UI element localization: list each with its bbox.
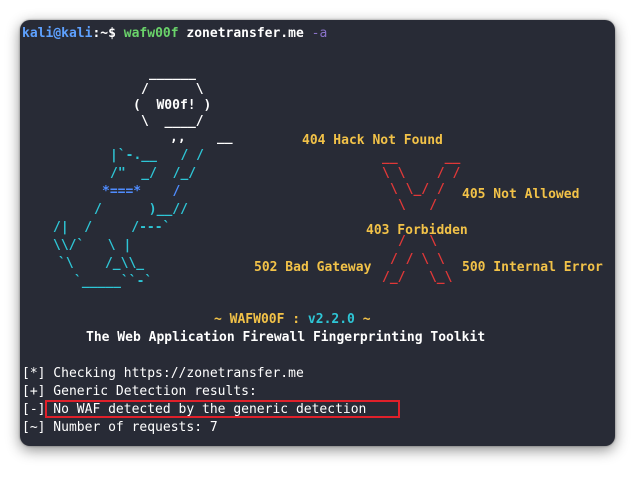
x-art-line7: /_/ \_\	[382, 270, 453, 285]
logo-body-line9: `_____``-`	[74, 274, 153, 289]
banner-prefix: ~ WAFW00F :	[214, 312, 308, 327]
prompt-path: :~$	[92, 26, 124, 41]
command-name: wafw00f	[123, 26, 179, 41]
logo-body-line7: \\/` \ |	[53, 238, 132, 253]
error-405-not-allowed: 405 Not Allowed	[462, 187, 580, 202]
command-argument: zonetransfer.me	[178, 26, 312, 41]
x-art-line6: / / \ \	[390, 252, 445, 267]
command-flag: -a	[311, 26, 328, 41]
logo-body-line6: /| / /---`	[53, 220, 171, 235]
output-tag: [+]	[22, 384, 46, 399]
output-tag: [~]	[22, 420, 46, 435]
error-500-internal-error: 500 Internal Error	[462, 260, 603, 275]
output-tag: [*]	[22, 366, 46, 381]
prompt-user: kali@kali	[22, 26, 93, 41]
output-text: Generic Detection results:	[45, 384, 257, 399]
logo-body-line1: ,, __	[170, 130, 233, 145]
logo-hex-line3: ( W00f! )	[133, 98, 212, 113]
error-502-bad-gateway: 502 Bad Gateway	[254, 260, 372, 275]
command-prompt-line: kali@kali:~$ wafw00f zonetransfer.me -a	[22, 26, 327, 42]
highlight-box	[45, 400, 400, 418]
output-text: Checking https://zonetransfer.me	[45, 366, 304, 381]
x-art-line5: / \	[398, 234, 438, 249]
banner-version: v2.2.0	[307, 312, 355, 327]
logo-body-line2: |`-.__ / /	[110, 148, 204, 163]
banner-suffix: ~	[354, 312, 371, 327]
logo-body-line5: / )__//	[94, 202, 188, 217]
logo-hex-line2: / \	[141, 82, 204, 97]
logo-body-line8: `\ /_\\_	[58, 256, 145, 271]
output-line-request-count: [~] Number of requests: 7	[22, 420, 218, 436]
logo-hex-line4: \ ____/	[141, 114, 204, 129]
error-404-hack-not-found: 404 Hack Not Found	[302, 133, 443, 148]
logo-body-line4: *===* /	[102, 184, 181, 199]
banner-title: ~ WAFW00F : v2.2.0 ~	[214, 312, 371, 328]
x-art-line2: \ \ / /	[382, 166, 461, 181]
output-text: Number of requests: 7	[45, 420, 218, 435]
x-art-line3: \ \_/ /	[390, 182, 445, 197]
banner-subtitle: The Web Application Firewall Fingerprint…	[86, 330, 486, 345]
logo-hex-top: ______	[149, 66, 196, 81]
x-art-line4: \ /	[398, 198, 438, 213]
output-line-generic-results: [+] Generic Detection results:	[22, 384, 257, 400]
logo-body-line3: /" _/ /_/	[110, 166, 197, 181]
terminal-window[interactable]: kali@kali:~$ wafw00f zonetransfer.me -a …	[20, 20, 615, 446]
output-line-checking: [*] Checking https://zonetransfer.me	[22, 366, 304, 382]
x-art-line1: __ __	[382, 150, 461, 165]
output-tag: [-]	[22, 402, 46, 417]
